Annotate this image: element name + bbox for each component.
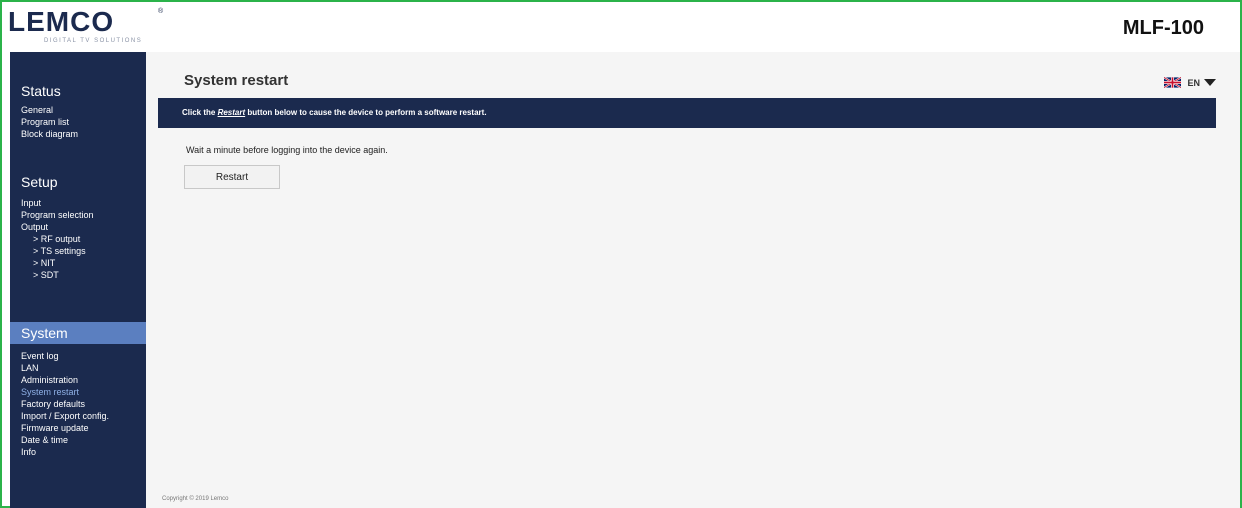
language-label: EN: [1187, 77, 1200, 88]
sidebar-item-sdt[interactable]: > SDT: [21, 269, 146, 281]
sidebar-section-status[interactable]: Status: [10, 80, 146, 102]
sidebar-item-general[interactable]: General: [21, 104, 146, 116]
sidebar-setup-list: Input Program selection Output > RF outp…: [21, 197, 146, 281]
sidebar-status-list: General Program list Block diagram: [21, 104, 146, 140]
logo-wordmark: LEMCO: [8, 6, 115, 37]
sidebar-item-administration[interactable]: Administration: [21, 374, 146, 386]
sidebar-item-program-selection[interactable]: Program selection: [21, 209, 146, 221]
lemco-logo[interactable]: LEMCO ® DIGITAL TV SOLUTIONS: [8, 8, 168, 46]
sidebar-item-import-export-config[interactable]: Import / Export config.: [21, 410, 146, 422]
logo-tagline: DIGITAL TV SOLUTIONS: [44, 38, 143, 44]
language-selector[interactable]: EN: [1164, 77, 1216, 88]
banner-text-after: button below to cause the device to perf…: [245, 108, 487, 117]
sidebar-section-setup[interactable]: Setup: [10, 171, 146, 193]
sidebar: Status General Program list Block diagra…: [10, 52, 146, 508]
page-title: System restart: [184, 72, 289, 89]
chevron-down-icon: [1204, 79, 1216, 86]
sidebar-item-input[interactable]: Input: [21, 197, 146, 209]
sidebar-item-nit[interactable]: > NIT: [21, 257, 146, 269]
sidebar-item-system-restart[interactable]: System restart: [21, 386, 146, 398]
sidebar-item-ts-settings[interactable]: > TS settings: [21, 245, 146, 257]
main-content: System restart EN Click the Restart butt…: [146, 52, 1240, 508]
instruction-banner: Click the Restart button below to cause …: [158, 98, 1216, 128]
sidebar-item-event-log[interactable]: Event log: [21, 350, 146, 362]
sidebar-item-factory-defaults[interactable]: Factory defaults: [21, 398, 146, 410]
app-frame: LEMCO ® DIGITAL TV SOLUTIONS MLF-100 Sta…: [0, 0, 1242, 508]
banner-text-before: Click the: [182, 108, 218, 117]
logo-registered-mark: ®: [158, 8, 164, 15]
sidebar-item-lan[interactable]: LAN: [21, 362, 146, 374]
header: LEMCO ® DIGITAL TV SOLUTIONS MLF-100: [2, 2, 1240, 52]
sidebar-item-firmware-update[interactable]: Firmware update: [21, 422, 146, 434]
copyright-text: Copyright © 2019 Lemco: [162, 496, 229, 502]
sidebar-item-rf-output[interactable]: > RF output: [21, 233, 146, 245]
sidebar-section-system[interactable]: System: [10, 322, 146, 344]
uk-flag-icon: [1164, 77, 1182, 88]
wait-message: Wait a minute before logging into the de…: [186, 145, 388, 155]
banner-restart-emphasis: Restart: [217, 108, 246, 117]
sidebar-item-program-list[interactable]: Program list: [21, 116, 146, 128]
restart-button[interactable]: Restart: [184, 165, 280, 189]
sidebar-system-list: Event log LAN Administration System rest…: [21, 350, 146, 458]
sidebar-item-block-diagram[interactable]: Block diagram: [21, 128, 146, 140]
sidebar-item-output[interactable]: Output: [21, 221, 146, 233]
sidebar-item-date-time[interactable]: Date & time: [21, 434, 146, 446]
device-model: MLF-100: [1122, 17, 1204, 39]
sidebar-item-info[interactable]: Info: [21, 446, 146, 458]
